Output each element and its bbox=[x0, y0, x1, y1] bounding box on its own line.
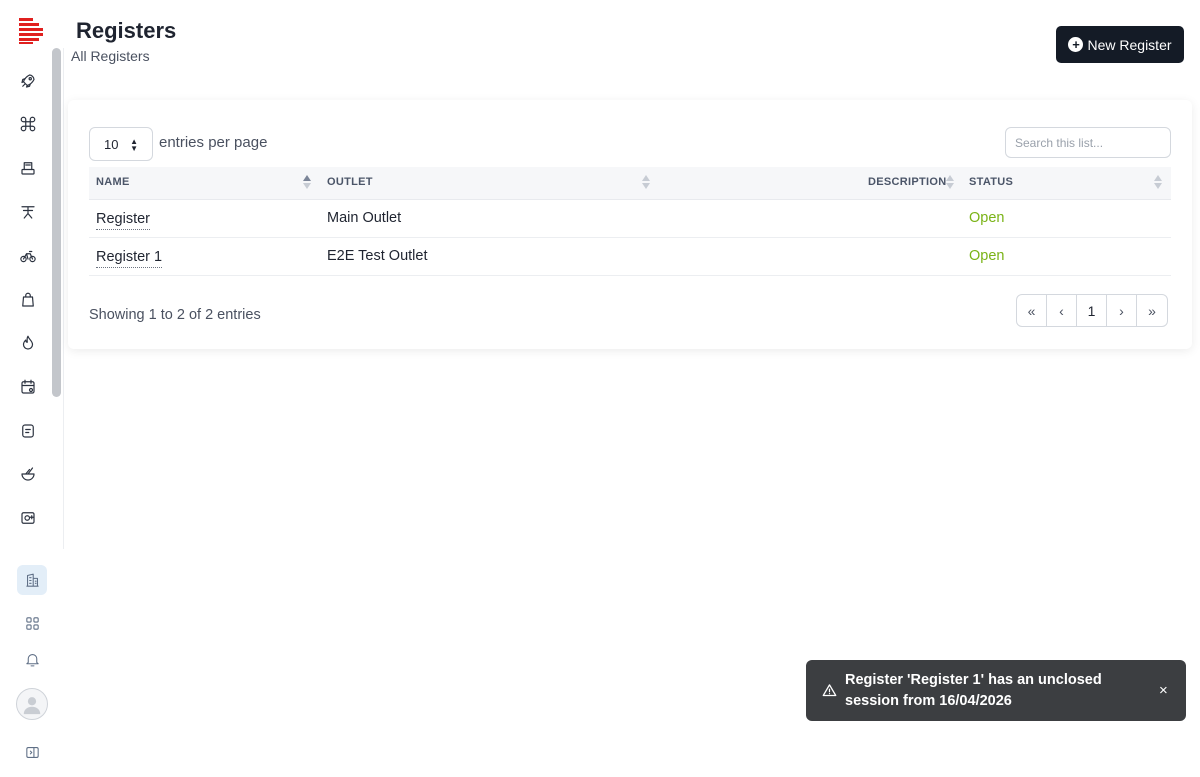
page-1-button[interactable]: 1 bbox=[1077, 295, 1107, 326]
warning-icon bbox=[822, 684, 837, 697]
close-icon[interactable]: × bbox=[1159, 682, 1168, 699]
bowl-icon[interactable] bbox=[17, 463, 39, 485]
bell-icon[interactable] bbox=[17, 644, 47, 674]
brand-logo[interactable] bbox=[18, 17, 44, 45]
page-subtitle: All Registers bbox=[71, 48, 150, 64]
registers-card: 10 ▲▼ entries per page NAME OUTLET DESCR… bbox=[68, 100, 1192, 349]
column-header-outlet[interactable]: OUTLET bbox=[327, 167, 373, 200]
calendar-settings-icon[interactable] bbox=[17, 376, 39, 398]
entries-info: Showing 1 to 2 of 2 entries bbox=[89, 307, 261, 323]
table-icon[interactable] bbox=[17, 201, 39, 223]
pagination: « ‹ 1 › » bbox=[1016, 294, 1168, 327]
prev-page-button[interactable]: ‹ bbox=[1047, 295, 1077, 326]
receipt-icon[interactable] bbox=[17, 420, 39, 442]
register-name-link[interactable]: Register 1 bbox=[96, 249, 163, 268]
bag-icon[interactable] bbox=[17, 289, 39, 311]
select-arrows-icon: ▲ ▼ bbox=[130, 137, 138, 153]
table-row: Register 1 E2E Test Outlet Open bbox=[89, 238, 1171, 276]
toast-message: Register 'Register 1' has an unclosed se… bbox=[845, 672, 1102, 709]
registers-table: NAME OUTLET DESCRIPTION STATUS Register … bbox=[89, 167, 1171, 276]
outlet-cell: E2E Test Outlet bbox=[327, 248, 428, 264]
register-icon[interactable] bbox=[17, 157, 39, 179]
new-register-button[interactable]: + New Register bbox=[1056, 26, 1184, 63]
sidebar bbox=[0, 0, 64, 777]
grid-icon[interactable] bbox=[17, 608, 47, 638]
column-header-status[interactable]: STATUS bbox=[969, 167, 1013, 200]
bike-icon[interactable] bbox=[17, 245, 39, 267]
flame-icon[interactable] bbox=[17, 332, 39, 354]
rocket-icon[interactable] bbox=[17, 70, 39, 92]
per-page-label: entries per page bbox=[159, 134, 268, 151]
image-plus-icon[interactable] bbox=[17, 507, 39, 529]
sort-icon[interactable] bbox=[642, 174, 650, 190]
new-register-label: New Register bbox=[1087, 36, 1172, 53]
table-row: Register Main Outlet Open bbox=[89, 200, 1171, 238]
status-cell: Open bbox=[969, 210, 1005, 226]
per-page-select[interactable]: 10 ▲ ▼ bbox=[89, 127, 153, 161]
search-input[interactable] bbox=[1005, 127, 1171, 158]
sort-icon[interactable] bbox=[303, 174, 311, 190]
avatar[interactable] bbox=[16, 688, 48, 720]
first-page-button[interactable]: « bbox=[1017, 295, 1047, 326]
status-cell: Open bbox=[969, 248, 1005, 264]
sidebar-toggle-icon[interactable] bbox=[17, 737, 47, 767]
page-title: Registers bbox=[76, 18, 177, 43]
column-header-description[interactable]: DESCRIPTION bbox=[868, 167, 946, 200]
last-page-button[interactable]: » bbox=[1137, 295, 1167, 326]
column-header-name[interactable]: NAME bbox=[96, 167, 130, 200]
table-header: NAME OUTLET DESCRIPTION STATUS bbox=[89, 167, 1171, 200]
plus-circle-icon: + bbox=[1068, 37, 1084, 52]
sidebar-scrollbar[interactable] bbox=[52, 48, 61, 397]
sort-icon[interactable] bbox=[946, 174, 954, 190]
per-page-value: 10 bbox=[104, 136, 119, 152]
building-icon[interactable] bbox=[17, 565, 47, 595]
outlet-cell: Main Outlet bbox=[327, 210, 402, 226]
command-icon[interactable] bbox=[17, 113, 39, 135]
register-name-link[interactable]: Register bbox=[96, 211, 150, 230]
next-page-button[interactable]: › bbox=[1107, 295, 1137, 326]
sort-icon[interactable] bbox=[1154, 174, 1162, 190]
warning-toast: Register 'Register 1' has an unclosed se… bbox=[806, 660, 1186, 721]
